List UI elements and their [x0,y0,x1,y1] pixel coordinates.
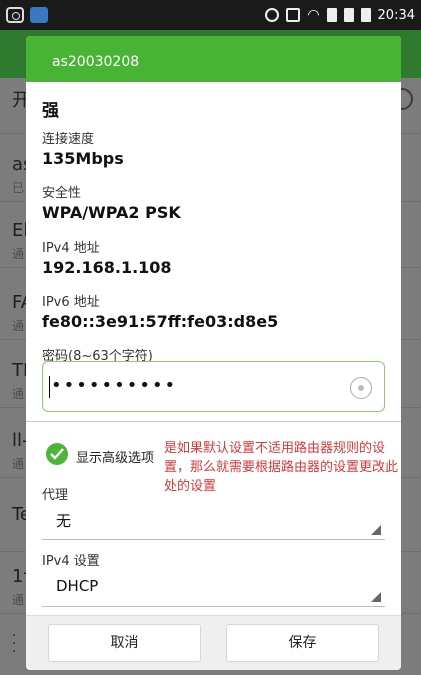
status-time: 20:34 [377,7,415,23]
ipv4-settings-dropdown[interactable]: DHCP [42,567,385,607]
dropdown-arrow-icon [371,592,381,602]
password-value: •••••••••• [51,375,178,396]
status-right: ◠ 20:34 [265,8,415,23]
cancel-button[interactable]: 取消 [48,624,201,662]
check-icon [50,448,64,460]
list-item-subtitle: 通 [12,247,25,261]
battery-icon [360,8,371,22]
advanced-options-label[interactable]: 显示高级选项 [76,447,154,466]
dropdown-arrow-icon [371,525,381,535]
divider [26,421,401,422]
speed-value: 135Mbps [42,149,124,168]
more-dots-icon: · · · [12,628,17,660]
ipv4-label: IPv4 地址 [42,241,100,256]
dialog-title: as20030208 [26,36,401,82]
sim2-icon [343,8,354,22]
ipv4-settings-value: DHCP [56,577,99,595]
sim-icon [326,8,337,22]
signal-icon [286,8,301,22]
wifi-details-dialog: as20030208 强 连接速度 135Mbps 安全性 WPA/WPA2 P… [26,36,401,670]
security-value: WPA/WPA2 PSK [42,203,181,222]
save-button[interactable]: 保存 [226,624,379,662]
wifi-icon: ◠ [307,7,320,23]
signal-strength-value: 强 [42,101,59,121]
proxy-dropdown[interactable]: 无 [42,500,385,540]
list-item-subtitle: 通 [12,387,25,401]
dialog-button-bar: 取消 保存 [26,615,401,670]
proxy-value: 无 [56,512,72,530]
ipv6-value: fe80::3e91:57ff:fe03:d8e5 [42,312,279,331]
show-password-icon[interactable] [350,377,372,399]
annotation-note: 是如果默认设置不适用路由器规则的设置，那么就需要根据路由器的设置更改此处的设置 [164,441,399,494]
list-item-subtitle: 通 [12,457,25,471]
status-left [6,7,48,23]
screenshot-icon [6,7,24,23]
password-input[interactable]: •••••••••• [42,361,385,412]
list-item-subtitle: 已 [12,181,25,195]
speed-label: 连接速度 [42,132,95,147]
list-item-subtitle: 通 [12,593,25,607]
text-caret [49,376,50,398]
ipv4-value: 192.168.1.108 [42,258,172,277]
list-item-subtitle: 通 [12,319,25,333]
cloud-icon [30,7,48,23]
ipv6-label: IPv6 地址 [42,295,100,310]
alarm-icon [265,8,280,22]
security-label: 安全性 [42,186,82,201]
status-bar: ◠ 20:34 [0,0,421,30]
advanced-options-checkbox[interactable] [46,443,68,465]
